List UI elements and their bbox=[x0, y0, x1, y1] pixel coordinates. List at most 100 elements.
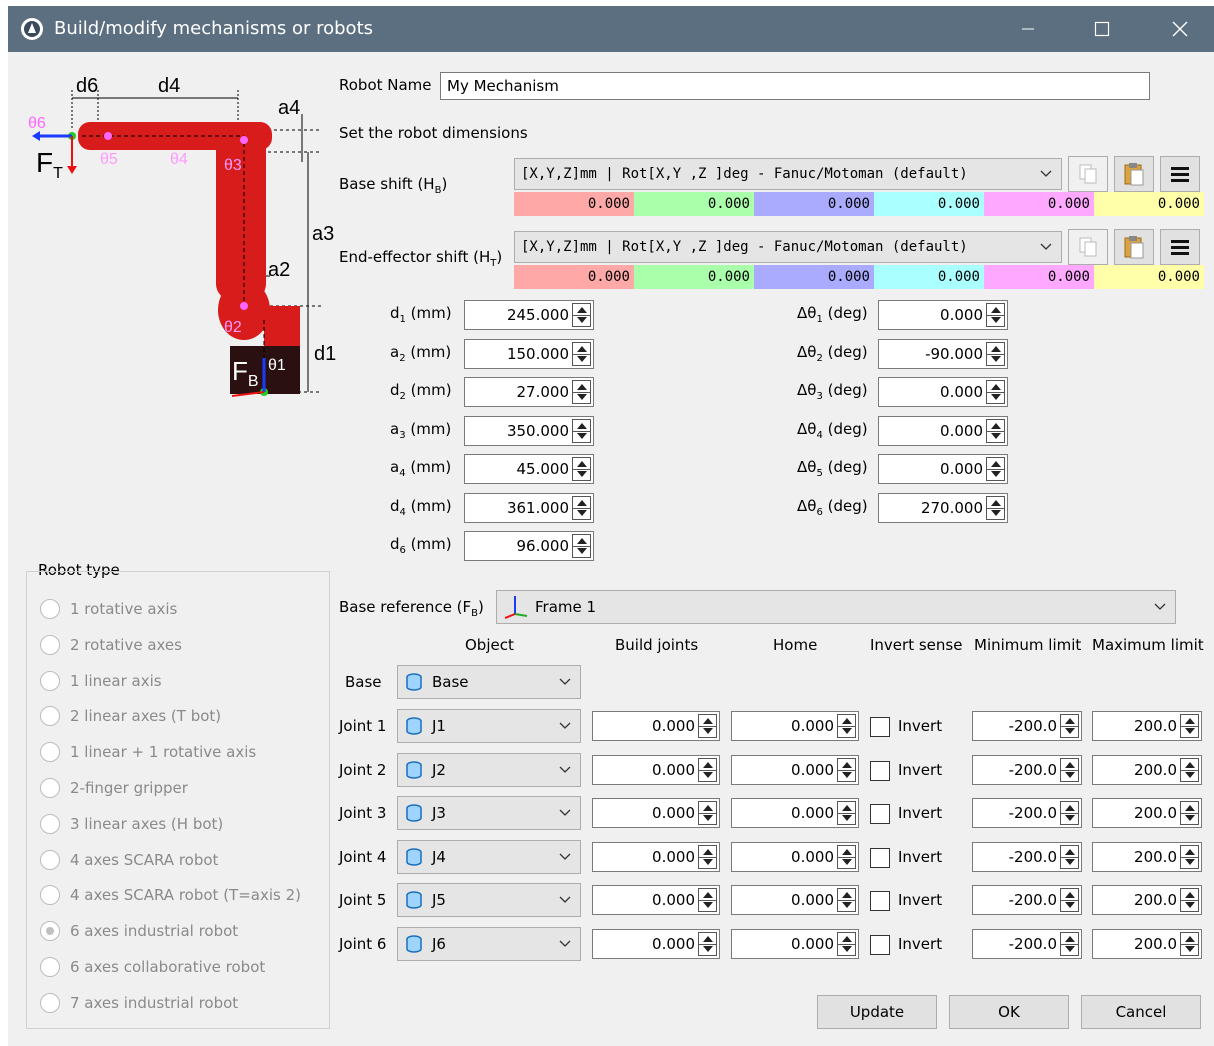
invert-label[interactable]: Invert bbox=[898, 717, 942, 735]
radio-button[interactable] bbox=[40, 634, 60, 655]
base-shift-ry[interactable]: 0.000 bbox=[984, 192, 1094, 216]
spin-arrows-icon[interactable] bbox=[837, 757, 856, 782]
spin-arrows-icon[interactable] bbox=[698, 757, 717, 782]
spin-arrows-icon[interactable] bbox=[572, 380, 591, 404]
spin-arrows-icon[interactable] bbox=[1180, 932, 1199, 956]
theta-input-1[interactable]: 0.000 bbox=[878, 300, 1008, 330]
maximum-limit-input[interactable]: 200.0 bbox=[1092, 754, 1202, 785]
dim-input-a2[interactable]: 150.000 bbox=[464, 338, 594, 369]
spin-arrows-icon[interactable] bbox=[572, 418, 591, 443]
spin-arrows-icon[interactable] bbox=[1180, 801, 1199, 826]
invert-checkbox[interactable] bbox=[870, 717, 890, 737]
build-joint-input[interactable]: 0.000 bbox=[592, 711, 720, 741]
minimum-limit-input[interactable]: -200.0 bbox=[972, 929, 1082, 959]
base-shift-x[interactable]: 0.000 bbox=[514, 192, 634, 216]
joint-object-select[interactable]: J5 bbox=[397, 883, 581, 918]
home-input[interactable]: 0.000 bbox=[731, 929, 859, 959]
robot-type-option[interactable]: 4 axes SCARA robot bbox=[40, 847, 218, 873]
robot-type-option[interactable]: 4 axes SCARA robot (T=axis 2) bbox=[40, 882, 301, 908]
theta-input-5[interactable]: 0.000 bbox=[878, 454, 1008, 484]
spin-arrows-icon[interactable] bbox=[572, 495, 591, 520]
dim-input-a3[interactable]: 350.000 bbox=[464, 415, 594, 446]
dim-input-d1[interactable]: 245.000 bbox=[464, 300, 594, 330]
joint-object-select[interactable]: J2 bbox=[397, 752, 581, 787]
base-shift-rx[interactable]: 0.000 bbox=[874, 192, 984, 216]
ee-shift-rx[interactable]: 0.000 bbox=[874, 265, 984, 289]
radio-button[interactable] bbox=[40, 670, 60, 691]
spin-arrows-icon[interactable] bbox=[1180, 714, 1199, 738]
minimum-limit-input[interactable]: -200.0 bbox=[972, 841, 1082, 872]
ee-shift-y[interactable]: 0.000 bbox=[634, 265, 754, 289]
spin-arrows-icon[interactable] bbox=[698, 714, 717, 738]
robot-type-option[interactable]: 2-finger gripper bbox=[40, 775, 188, 801]
maximum-limit-input[interactable]: 200.0 bbox=[1092, 798, 1202, 829]
invert-checkbox[interactable] bbox=[870, 847, 890, 868]
theta-input-3[interactable]: 0.000 bbox=[878, 377, 1008, 407]
radio-button[interactable] bbox=[40, 742, 60, 763]
dim-input-d4[interactable]: 361.000 bbox=[464, 492, 594, 523]
dim-input-d2[interactable]: 27.000 bbox=[464, 377, 594, 407]
invert-checkbox[interactable] bbox=[870, 891, 890, 912]
build-joint-input[interactable]: 0.000 bbox=[592, 754, 720, 785]
spin-arrows-icon[interactable] bbox=[572, 303, 591, 327]
base-shift-rz[interactable]: 0.000 bbox=[1094, 192, 1204, 216]
robot-type-option[interactable]: 6 axes industrial robot bbox=[40, 918, 238, 944]
spin-arrows-icon[interactable] bbox=[1180, 757, 1199, 782]
build-joint-input[interactable]: 0.000 bbox=[592, 798, 720, 829]
invert-checkbox[interactable] bbox=[870, 804, 890, 825]
spin-arrows-icon[interactable] bbox=[698, 888, 717, 913]
spin-arrows-icon[interactable] bbox=[837, 932, 856, 956]
home-input[interactable]: 0.000 bbox=[731, 754, 859, 785]
theta-input-6[interactable]: 270.000 bbox=[878, 492, 1008, 523]
ok-button[interactable]: OK bbox=[949, 995, 1069, 1029]
invert-label[interactable]: Invert bbox=[898, 891, 942, 909]
spin-arrows-icon[interactable] bbox=[837, 801, 856, 826]
robot-type-option[interactable]: 3 linear axes (H bot) bbox=[40, 811, 223, 837]
maximum-limit-input[interactable]: 200.0 bbox=[1092, 929, 1202, 959]
spin-arrows-icon[interactable] bbox=[1060, 801, 1079, 826]
spin-arrows-icon[interactable] bbox=[572, 341, 591, 366]
robot-type-option[interactable]: 1 linear axis bbox=[40, 668, 162, 694]
spin-arrows-icon[interactable] bbox=[698, 844, 717, 869]
robot-name-input[interactable]: My Mechanism bbox=[440, 72, 1150, 100]
minimum-limit-input[interactable]: -200.0 bbox=[972, 885, 1082, 916]
spin-arrows-icon[interactable] bbox=[986, 303, 1005, 327]
ee-shift-format-select[interactable]: [X,Y,Z]mm | Rot[X,Y ,Z ]deg - Fanuc/Moto… bbox=[514, 231, 1062, 263]
close-button[interactable] bbox=[1150, 6, 1210, 52]
maximize-button[interactable] bbox=[1072, 6, 1132, 52]
spin-arrows-icon[interactable] bbox=[1060, 844, 1079, 869]
theta-input-2[interactable]: -90.000 bbox=[878, 338, 1008, 369]
invert-label[interactable]: Invert bbox=[898, 761, 942, 779]
minimum-limit-input[interactable]: -200.0 bbox=[972, 798, 1082, 829]
paste-ee-shift-button[interactable] bbox=[1114, 229, 1154, 265]
copy-ee-shift-button[interactable] bbox=[1068, 229, 1108, 265]
spin-arrows-icon[interactable] bbox=[1060, 757, 1079, 782]
spin-arrows-icon[interactable] bbox=[986, 380, 1005, 404]
update-button[interactable]: Update bbox=[817, 995, 937, 1029]
invert-checkbox[interactable] bbox=[870, 935, 890, 955]
spin-arrows-icon[interactable] bbox=[986, 341, 1005, 366]
radio-button[interactable] bbox=[40, 599, 60, 619]
copy-base-shift-button[interactable] bbox=[1068, 156, 1108, 192]
ee-shift-rz[interactable]: 0.000 bbox=[1094, 265, 1204, 289]
radio-button[interactable] bbox=[40, 992, 60, 1013]
base-shift-y[interactable]: 0.000 bbox=[634, 192, 754, 216]
spin-arrows-icon[interactable] bbox=[986, 457, 1005, 481]
base-reference-select[interactable]: Frame 1 bbox=[496, 590, 1176, 624]
robot-type-option[interactable]: 6 axes collaborative robot bbox=[40, 954, 265, 980]
ee-shift-menu-button[interactable] bbox=[1160, 229, 1200, 265]
radio-button[interactable] bbox=[40, 849, 60, 870]
robot-type-option[interactable]: 1 rotative axis bbox=[40, 596, 177, 622]
build-joint-input[interactable]: 0.000 bbox=[592, 841, 720, 872]
home-input[interactable]: 0.000 bbox=[731, 841, 859, 872]
radio-button[interactable] bbox=[40, 706, 60, 727]
robot-type-option[interactable]: 2 rotative axes bbox=[40, 632, 182, 658]
joint-object-select[interactable]: J3 bbox=[397, 796, 581, 831]
spin-arrows-icon[interactable] bbox=[837, 844, 856, 869]
spin-arrows-icon[interactable] bbox=[986, 418, 1005, 443]
spin-arrows-icon[interactable] bbox=[837, 888, 856, 913]
base-shift-z[interactable]: 0.000 bbox=[754, 192, 874, 216]
robot-type-option[interactable]: 7 axes industrial robot bbox=[40, 990, 238, 1016]
ee-shift-ry[interactable]: 0.000 bbox=[984, 265, 1094, 289]
radio-button[interactable] bbox=[40, 957, 60, 977]
